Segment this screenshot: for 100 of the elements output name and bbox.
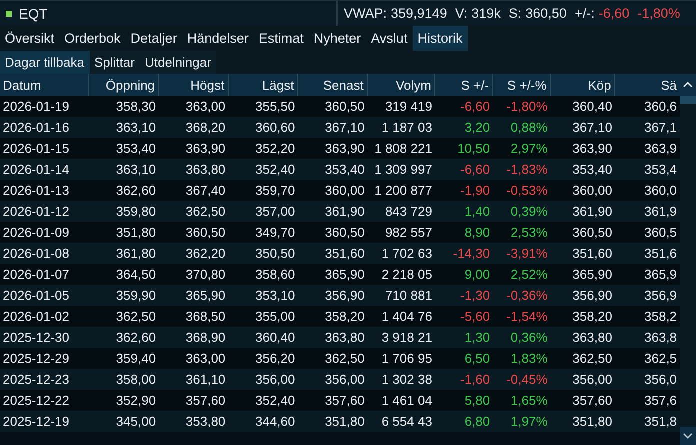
table-cell-text: 710 881 — [384, 288, 434, 303]
table-cell-text: 365,90 — [324, 267, 366, 282]
table-cell-text: 358,30 — [115, 99, 158, 114]
table-cell-text: 6,50 — [464, 351, 492, 366]
table-cell-text: 368,20 — [184, 120, 227, 135]
table-cell-text: 9,00 — [464, 267, 492, 282]
tab[interactable]: Orderbok — [60, 26, 126, 51]
table-cell-text: -0,36% — [506, 288, 549, 303]
last-label: S: — [508, 6, 522, 21]
ticker-symbol: EQT — [19, 6, 48, 22]
table-cell-text: 360,50 — [324, 225, 366, 240]
table-cell-text: 2025-12-23 — [2, 372, 70, 387]
table-cell-text: 358,20 — [324, 309, 366, 324]
table-cell-text: 362,50 — [324, 351, 366, 366]
table-cell-text: -0,53% — [506, 183, 549, 198]
table-cell-text: 352,40 — [254, 393, 296, 408]
table-cell-text: 358,60 — [254, 267, 296, 282]
volume-value: 319k — [472, 6, 501, 21]
table-cell-text: 2025-12-29 — [2, 351, 70, 366]
table-cell-text: 367,40 — [184, 183, 227, 198]
table-cell-text: 10,50 — [456, 141, 492, 156]
table-cell-text: 6 554 43 — [380, 414, 434, 429]
tab[interactable]: Händelser — [182, 26, 254, 51]
volume-label: V: — [455, 6, 468, 21]
table-cell-text: 360,40 — [254, 330, 296, 345]
table-cell-text: 2025-12-22 — [2, 393, 70, 408]
table-cell-text: 359,40 — [115, 351, 158, 366]
table-cell-text: 355,50 — [254, 99, 296, 114]
vwap-value: 359,9149 — [391, 6, 448, 21]
table-cell-text: 368,50 — [184, 309, 227, 324]
tab[interactable]: Dagar tillbaka — [0, 51, 90, 74]
table-cell-text: 361,90 — [324, 204, 366, 219]
change-label: +/-: — [574, 6, 595, 21]
table-cell-text: 360,40 — [572, 99, 614, 114]
scrollbar-thumb[interactable] — [680, 96, 696, 104]
vwap-label: VWAP: — [344, 6, 388, 21]
table-cell-text: 360,0 — [644, 183, 678, 198]
table-cell-text: 360,6 — [644, 99, 678, 114]
table-cell-text: 8,90 — [464, 225, 492, 240]
table-cell-text: 358,00 — [115, 372, 158, 387]
table-cell-text: 360,50 — [184, 225, 227, 240]
table-cell-text: 353,40 — [324, 162, 366, 177]
scroll-up-icon[interactable] — [683, 82, 693, 88]
table-cell-text: 2026-01-08 — [2, 246, 70, 261]
table-cell-text: 0,88% — [510, 120, 549, 135]
tab[interactable]: Historik — [412, 26, 468, 51]
table-cell-text: 370,80 — [184, 267, 227, 282]
table-cell-text: 362,20 — [184, 246, 227, 261]
table-cell-text: 0,36% — [510, 330, 549, 345]
table-cell-text: 353,40 — [572, 162, 614, 177]
table-cell-text: 982 557 — [384, 225, 434, 240]
tab[interactable]: Detaljer — [126, 26, 182, 51]
table-cell-text: 352,40 — [254, 162, 296, 177]
table-cell-text: 1,97% — [510, 414, 549, 429]
table-cell-text: 363,90 — [184, 141, 227, 156]
table-cell-text: 353,80 — [184, 414, 227, 429]
tab[interactable]: Översikt — [0, 26, 60, 51]
table-cell-text: -1,80% — [506, 99, 549, 114]
table-cell-text: 362,60 — [115, 183, 158, 198]
table-cell-text: -3,91% — [506, 246, 549, 261]
table-cell-text: 358,20 — [572, 309, 614, 324]
table-cell-text: 363,90 — [324, 141, 366, 156]
table-cell-text: 362,50 — [184, 204, 227, 219]
table-cell-text: 1,83% — [510, 351, 549, 366]
table-cell-text: 351,80 — [115, 225, 158, 240]
tab[interactable]: Nyheter — [308, 26, 366, 51]
table-cell-text: 2,97% — [510, 141, 549, 156]
table-cell-text: 357,6 — [644, 393, 678, 408]
table-cell-text: 2026-01-15 — [2, 141, 70, 156]
table-cell-text: -5,60 — [459, 309, 492, 324]
table-cell-text: 361,80 — [115, 246, 158, 261]
status-square-icon — [6, 10, 12, 16]
table-cell-text: 361,10 — [184, 372, 227, 387]
table-cell-text: 2 218 05 — [380, 267, 434, 282]
table-cell-text: -6,60 — [459, 99, 492, 114]
table-cell-text: 356,9 — [644, 288, 678, 303]
table-cell-text: -6,60 — [459, 162, 492, 177]
table-cell-text: 363,9 — [644, 141, 678, 156]
table-cell-text: 367,10 — [572, 120, 614, 135]
table-cell-text: 6,80 — [464, 414, 492, 429]
table-cell-text: 5,80 — [464, 393, 492, 408]
last-value: 360,50 — [526, 6, 567, 21]
scroll-down-icon[interactable] — [683, 433, 693, 439]
table-cell-text: 367,10 — [324, 120, 366, 135]
table-cell-text: 353,10 — [254, 288, 296, 303]
table-cell-text: 356,00 — [324, 372, 366, 387]
table-cell-text: 362,5 — [644, 351, 678, 366]
table-cell-text: 358,2 — [644, 309, 678, 324]
table-cell-text: 360,5 — [644, 225, 678, 240]
table-cell-text: 361,90 — [572, 204, 614, 219]
table-cell-text: 356,00 — [572, 372, 614, 387]
column-header[interactable]: Sä — [615, 74, 680, 96]
tab[interactable]: Estimat — [254, 26, 309, 51]
tab[interactable]: Avslut — [366, 26, 413, 51]
tab[interactable]: Utdelningar — [140, 51, 216, 74]
tab[interactable]: Splittar — [90, 51, 140, 74]
table-cell-text: 351,6 — [644, 246, 678, 261]
table-cell-text: 363,90 — [572, 141, 614, 156]
table-cell-text: 1 702 63 — [380, 246, 434, 261]
table-cell-text: -1,54% — [506, 309, 549, 324]
